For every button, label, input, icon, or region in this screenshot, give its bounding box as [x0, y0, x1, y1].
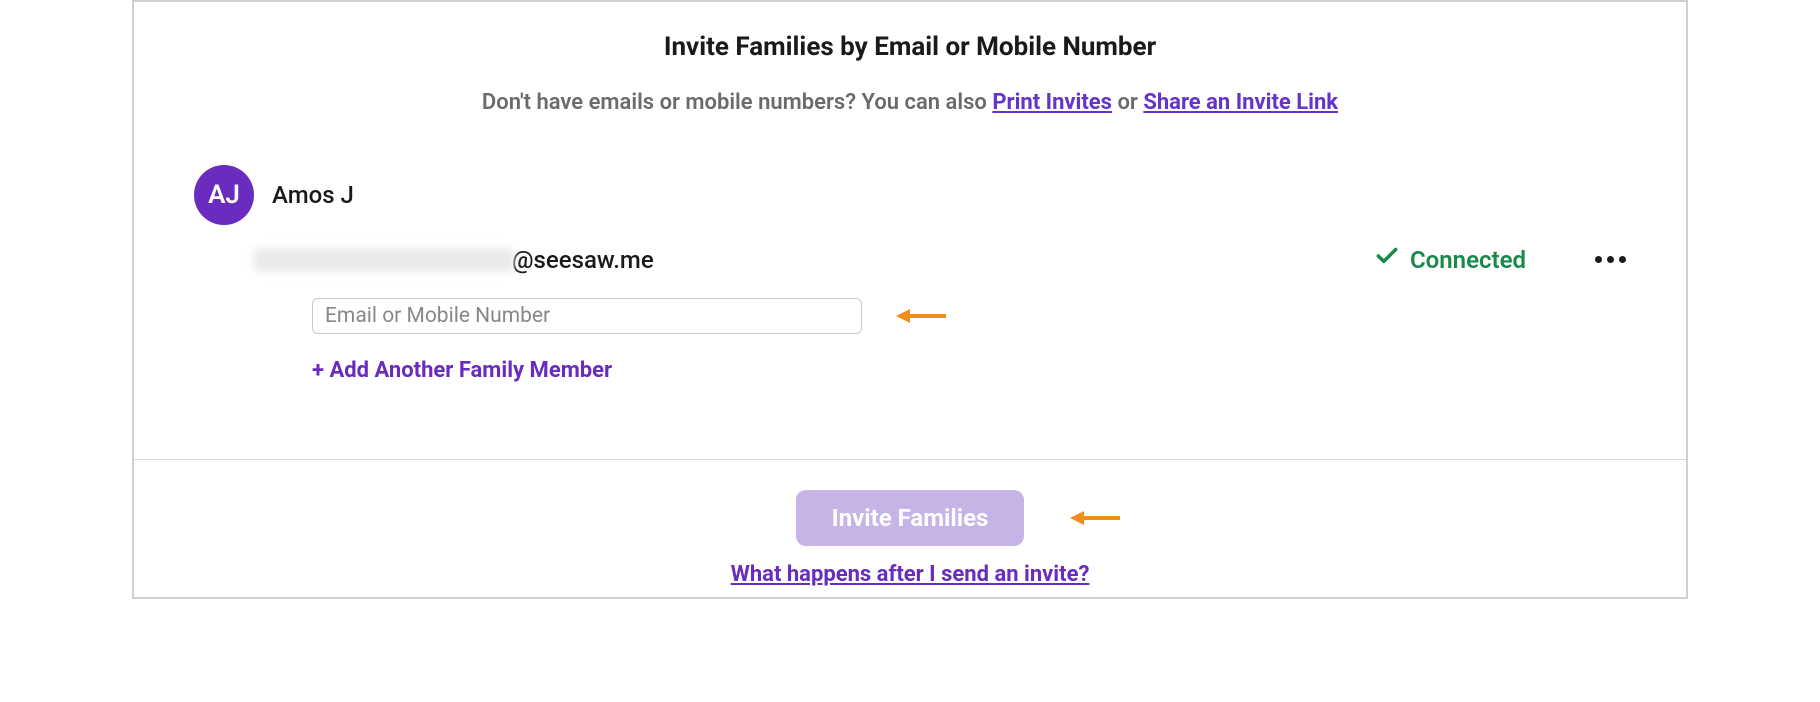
invite-families-button[interactable]: Invite Families [796, 490, 1025, 546]
student-name: Amos J [272, 181, 354, 209]
subtitle-prefix: Don't have emails or mobile numbers? You… [482, 90, 992, 115]
subtitle-row: Don't have emails or mobile numbers? You… [134, 90, 1686, 115]
arrow-left-icon [1070, 506, 1122, 530]
arrow-left-icon [896, 304, 948, 328]
what-happens-link[interactable]: What happens after I send an invite? [731, 562, 1090, 587]
email-suffix: @seesaw.me [512, 246, 654, 274]
print-invites-link[interactable]: Print Invites [992, 90, 1112, 115]
student-header: AJ Amos J [194, 165, 1626, 225]
page-title: Invite Families by Email or Mobile Numbe… [134, 32, 1686, 62]
status-text: Connected [1410, 246, 1526, 274]
input-row [312, 298, 1626, 334]
header: Invite Families by Email or Mobile Numbe… [134, 2, 1686, 62]
subtitle-or: or [1117, 90, 1143, 115]
invite-button-row: Invite Families [134, 490, 1686, 546]
redacted-email-prefix [254, 248, 514, 272]
footer: Invite Families What happens after I sen… [134, 459, 1686, 597]
check-icon [1374, 243, 1400, 276]
invite-families-panel: Invite Families by Email or Mobile Numbe… [132, 0, 1688, 599]
avatar: AJ [194, 165, 254, 225]
student-section: AJ Amos J @seesaw.me Connected [134, 165, 1686, 383]
email-or-mobile-input[interactable] [312, 298, 862, 334]
share-invite-link[interactable]: Share an Invite Link [1143, 90, 1338, 115]
status-block: Connected [1374, 243, 1526, 276]
contact-row: @seesaw.me Connected [254, 243, 1626, 276]
more-menu-icon[interactable] [1595, 256, 1626, 263]
add-another-family-member-link[interactable]: + Add Another Family Member [312, 358, 1626, 383]
